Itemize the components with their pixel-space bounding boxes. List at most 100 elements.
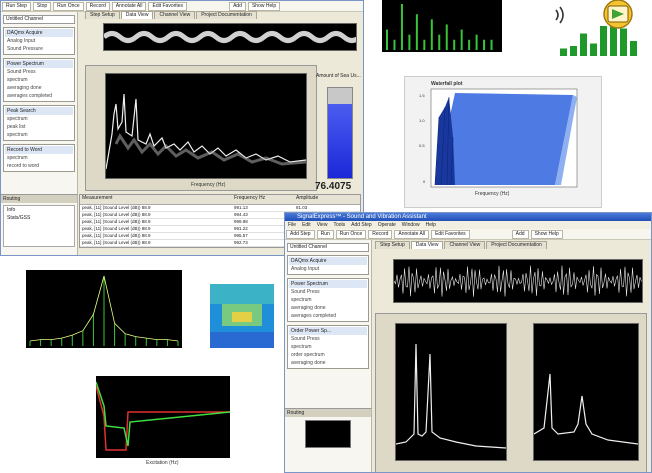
menu-item[interactable]: Help xyxy=(426,222,436,228)
time-waveform-svg xyxy=(104,31,356,43)
step-card[interactable]: Order Power Sp... Sound Press spectrum orde… xyxy=(287,325,369,369)
toolbar-button[interactable]: Record xyxy=(368,230,393,239)
toolbar-button[interactable]: Run Once xyxy=(53,2,84,11)
toolbar-button[interactable]: Run Step xyxy=(2,2,31,11)
logo-bar xyxy=(620,28,627,56)
second-panel: Routing xyxy=(285,408,372,472)
beat-waveform-plot[interactable] xyxy=(393,259,643,303)
step-list: DAQmx Acquire Analog Input Sound Pressure P… xyxy=(1,27,77,172)
peak-table-header: Measurement Frequency Hz Amplitude xyxy=(80,195,360,205)
second-device-select[interactable]: Untitled Channel xyxy=(287,243,369,252)
second-menubar: File Edit View Tools Add Step Operate Window He… xyxy=(285,221,651,229)
device-select[interactable]: Untitled Channel xyxy=(3,15,75,24)
menu-item[interactable]: Tools xyxy=(333,222,345,228)
step-card[interactable]: DAQmx Acquire Analog Input Sound Pressure xyxy=(3,27,75,55)
toolbar-button[interactable]: Record xyxy=(85,2,110,11)
panel-item[interactable]: Stats/GSS xyxy=(4,214,74,222)
harmonic-bar xyxy=(468,39,471,50)
speaker-wave-icon xyxy=(555,6,564,24)
harmonic-bar xyxy=(400,4,403,50)
toolbar-right-button[interactable]: Show Help xyxy=(247,2,281,11)
menu-item[interactable]: Operate xyxy=(378,222,396,228)
tab[interactable]: Project Documentation xyxy=(486,241,547,249)
toolbar-button[interactable]: Edit Favorites xyxy=(148,2,188,11)
panel-item[interactable]: Info xyxy=(4,206,74,214)
harmonic-bar xyxy=(415,14,418,51)
tab[interactable]: Step Setup xyxy=(375,241,410,249)
menu-item[interactable]: Add Step xyxy=(351,222,372,228)
second-titlebar: SignalExpress™ - Sound and Vibration Ass… xyxy=(285,213,651,221)
step-io-item: Analog Input xyxy=(291,266,320,272)
table-row[interactable]: peak, [11] (Sound Level (dB)) 88.9 991.13… xyxy=(80,205,360,212)
step-io-item: Sound Press xyxy=(291,289,320,295)
step-io-item: averages completed xyxy=(7,93,53,99)
logo-svg xyxy=(555,0,637,56)
menu-item[interactable]: Window xyxy=(402,222,420,228)
right-order-svg xyxy=(534,373,638,445)
step-io-item: spectrum xyxy=(7,155,28,161)
right-order-trace xyxy=(534,373,638,445)
toolbar-button[interactable]: Run xyxy=(316,230,334,239)
table-cell: 81.03 xyxy=(296,205,308,210)
tab[interactable]: Data View xyxy=(120,11,154,19)
toolbar-button[interactable]: Edit Favorites xyxy=(431,230,470,239)
waterfall-y-ticks: 1.5 1.0 0.5 0 xyxy=(419,93,426,184)
second-step-list: DAQmx Acquire Analog Input Power Spectrum S… xyxy=(285,255,371,369)
toolbar-right-button[interactable]: Show Help xyxy=(530,230,563,239)
toolbar-right-button[interactable]: Add xyxy=(229,2,246,11)
step-card[interactable]: Record to Word spectrum record to word xyxy=(3,144,75,172)
step-card[interactable]: Peak Search spectrum peak list spectrum xyxy=(3,105,75,141)
spectrum-plot[interactable] xyxy=(105,73,307,179)
table-cell: peak, [11] (Sound Level (dB)) 88.9 xyxy=(82,233,151,238)
menu-item[interactable]: View xyxy=(317,222,328,228)
tab[interactable]: Channel View xyxy=(154,11,196,19)
step-card[interactable]: Power Spectrum Sound Press spectrum averagi… xyxy=(287,278,369,322)
tab[interactable]: Channel View xyxy=(444,241,486,249)
tab[interactable]: Step Setup xyxy=(85,11,120,19)
step-io-item: averaging done xyxy=(291,305,326,311)
step-card[interactable]: Power Spectrum Sound Press spectrum averagi… xyxy=(3,58,75,102)
menu-item[interactable]: Edit xyxy=(302,222,311,228)
right-order-plot[interactable] xyxy=(533,323,639,461)
step-title: Order Power Sp... xyxy=(289,327,367,335)
harmonic-plot xyxy=(382,0,502,52)
main-panel: Routing Info Stats/GSS xyxy=(1,194,78,255)
second-panel-preview xyxy=(305,420,351,448)
step-io-item: averaging done xyxy=(7,85,42,91)
menu-item[interactable]: File xyxy=(288,222,296,228)
toolbar-right-button[interactable]: Add xyxy=(511,230,529,239)
step-title: Power Spectrum xyxy=(289,280,367,288)
panel-items: Info Stats/GSS xyxy=(3,205,75,247)
meter-title: Amount of Sea Us... xyxy=(316,73,361,79)
svg-text:1.5: 1.5 xyxy=(419,93,425,98)
waterfall-svg: 1.5 1.0 0.5 0 xyxy=(419,88,578,188)
toolbar-button[interactable]: Stop xyxy=(32,2,52,11)
logo-bar xyxy=(560,48,567,56)
svg-text:0.5: 0.5 xyxy=(419,143,425,148)
time-waveform-trace xyxy=(104,31,356,43)
toolbar-button[interactable]: Add Step xyxy=(286,230,315,239)
waterfall-area xyxy=(434,93,577,186)
heatmap-figure xyxy=(208,282,276,350)
toolbar-button[interactable]: Run Once xyxy=(335,230,367,239)
step-io-item: Sound Pressure xyxy=(7,46,43,52)
logo-bar xyxy=(590,43,597,56)
step-card[interactable]: DAQmx Acquire Analog Input xyxy=(287,255,369,275)
step-io-item: Analog Input xyxy=(7,38,36,44)
left-order-plot[interactable] xyxy=(395,323,507,461)
beat-waveform-trace xyxy=(394,265,642,297)
panel-label: Routing xyxy=(1,195,77,203)
time-waveform-plot[interactable] xyxy=(103,23,357,51)
harmonic-bar xyxy=(460,29,463,50)
step-io-item: spectrum xyxy=(7,132,28,138)
peak-spectrum-svg xyxy=(29,275,179,346)
step-io-item: averages completed xyxy=(291,313,337,319)
second-window: SignalExpress™ - Sound and Vibration Ass… xyxy=(284,212,652,473)
toolbar-button[interactable]: Annotate All xyxy=(394,230,430,239)
step-io-item: spectrum xyxy=(291,297,312,303)
toolbar-button[interactable]: Annotate All xyxy=(111,2,147,11)
logo-bar xyxy=(580,33,587,56)
tab[interactable]: Data View xyxy=(410,241,444,249)
tab[interactable]: Project Documentation xyxy=(196,11,257,19)
waterfall-title: Waterfall plot xyxy=(431,81,463,87)
